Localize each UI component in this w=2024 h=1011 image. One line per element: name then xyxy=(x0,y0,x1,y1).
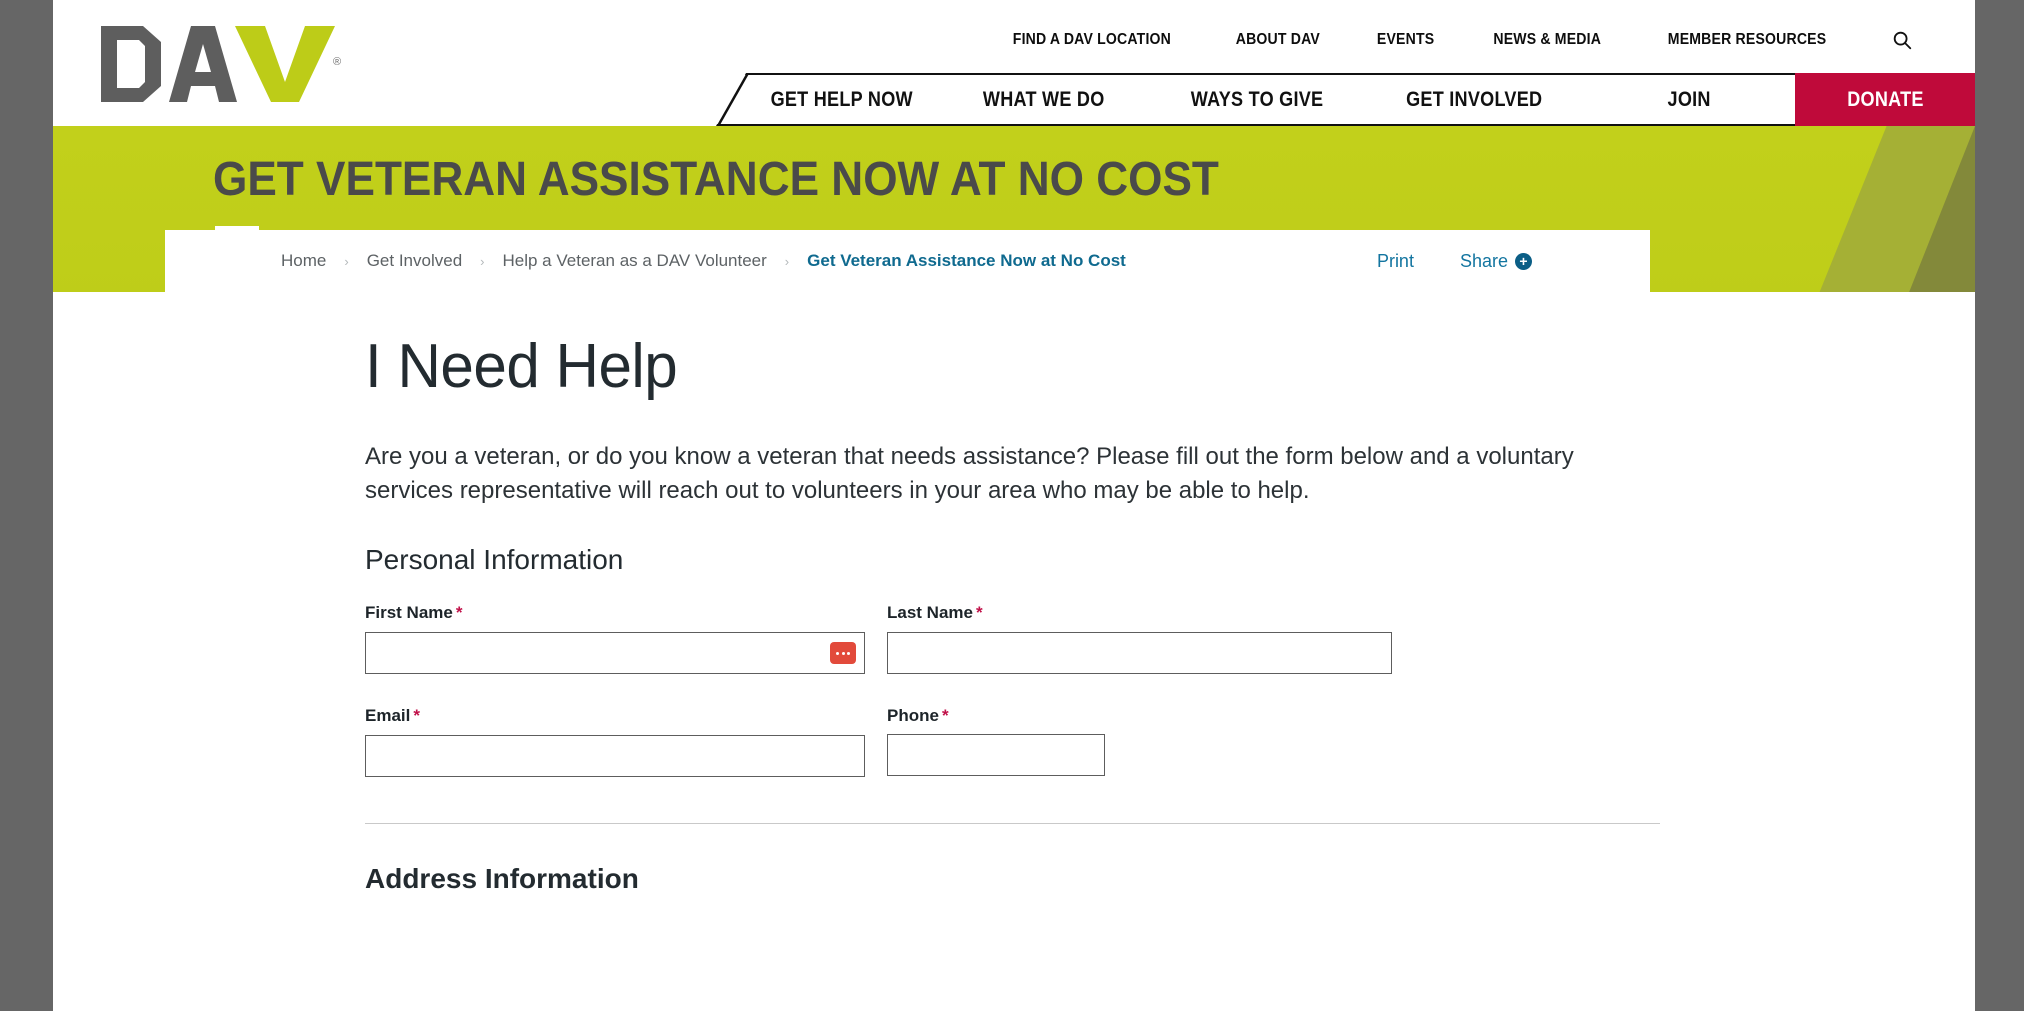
utility-nav-item-news-media[interactable]: NEWS & MEDIA xyxy=(1494,31,1602,49)
breadcrumb-item-get-involved[interactable]: Get Involved xyxy=(367,251,462,271)
plus-circle-icon: + xyxy=(1515,252,1532,270)
breadcrumb: Home › Get Involved › Help a Veteran as … xyxy=(281,251,1126,271)
first-name-label: First Name * xyxy=(365,603,865,623)
required-marker: * xyxy=(413,706,420,726)
phone-label: Phone * xyxy=(887,706,1392,726)
main-nav-item-get-help-now[interactable]: GET HELP NOW xyxy=(771,88,913,112)
share-link[interactable]: Share + xyxy=(1460,251,1532,272)
breadcrumb-item-home[interactable]: Home xyxy=(281,251,326,271)
main-nav-item-get-involved[interactable]: GET INVOLVED xyxy=(1406,88,1542,112)
donate-button[interactable]: DONATE xyxy=(1795,73,1975,126)
utility-nav: FIND A DAV LOCATION ABOUT DAV EVENTS NEW… xyxy=(1002,27,1915,53)
last-name-label: Last Name * xyxy=(887,603,1392,623)
email-label: Email * xyxy=(365,706,865,726)
help-request-form: First Name * Last Name * Email * Phone *… xyxy=(365,603,1660,895)
email-label-text: Email xyxy=(365,706,411,726)
main-nav-item-ways-to-give[interactable]: WAYS TO GIVE xyxy=(1191,88,1324,112)
search-button[interactable] xyxy=(1889,27,1915,53)
print-link-label: Print xyxy=(1376,250,1414,271)
print-link[interactable]: Print xyxy=(1377,251,1414,272)
breadcrumb-separator-icon: › xyxy=(344,253,349,269)
registered-mark: ® xyxy=(333,56,342,68)
donate-button-label: DONATE xyxy=(1846,87,1924,111)
main-nav: GET HELP NOW WHAT WE DO WAYS TO GIVE GET… xyxy=(716,73,1975,126)
first-name-label-text: First Name xyxy=(365,603,453,623)
section-divider xyxy=(365,823,1660,825)
main-nav-item-join[interactable]: JOIN xyxy=(1667,88,1710,112)
field-phone: Phone * xyxy=(887,706,1392,777)
phone-label-text: Phone xyxy=(887,706,939,726)
field-first-name: First Name * xyxy=(365,603,865,675)
form-row-spacer xyxy=(365,674,1660,706)
required-marker: * xyxy=(455,603,463,623)
form-row-contact: Email * Phone * xyxy=(365,706,1660,778)
page-tools: Print Share + xyxy=(1377,251,1532,272)
breadcrumb-item-current: Get Veteran Assistance Now at No Cost xyxy=(807,251,1126,270)
required-marker: * xyxy=(975,603,983,623)
page-title: I Need Help xyxy=(365,332,678,401)
breadcrumb-item-help-a-veteran[interactable]: Help a Veteran as a DAV Volunteer xyxy=(503,251,767,271)
breadcrumb-bar: Home › Get Involved › Help a Veteran as … xyxy=(165,230,1650,292)
site-header: ® FIND A DAV LOCATION ABOUT DAV EVENTS N… xyxy=(53,0,1975,126)
dav-logo[interactable]: ® xyxy=(99,26,342,102)
section-title-address-information: Address Information xyxy=(365,863,639,895)
utility-nav-item-member-resources[interactable]: MEMBER RESOURCES xyxy=(1668,31,1826,49)
field-last-name: Last Name * xyxy=(887,603,1392,675)
dav-logo-icon xyxy=(101,26,335,102)
page-canvas: ® FIND A DAV LOCATION ABOUT DAV EVENTS N… xyxy=(53,0,1975,1011)
section-title-personal-information: Personal Information xyxy=(365,544,624,576)
autofill-dots-icon[interactable] xyxy=(830,642,856,665)
search-icon xyxy=(1893,31,1912,50)
share-link-label: Share xyxy=(1459,250,1508,271)
last-name-input[interactable] xyxy=(887,632,1392,675)
utility-nav-item-find-a-dav-location[interactable]: FIND A DAV LOCATION xyxy=(1013,31,1171,49)
intro-paragraph: Are you a veteran, or do you know a vete… xyxy=(365,443,1574,505)
last-name-label-text: Last Name xyxy=(887,603,973,623)
main-content: I Need Help Are you a veteran, or do you… xyxy=(53,292,1975,896)
required-marker: * xyxy=(941,706,949,726)
breadcrumb-separator-icon: › xyxy=(480,253,485,269)
browser-viewport: ® FIND A DAV LOCATION ABOUT DAV EVENTS N… xyxy=(0,0,2024,1011)
phone-input[interactable] xyxy=(887,734,1105,777)
first-name-input[interactable] xyxy=(365,632,865,675)
utility-nav-item-events[interactable]: EVENTS xyxy=(1377,31,1434,49)
email-input[interactable] xyxy=(365,735,865,778)
field-email: Email * xyxy=(365,706,865,778)
hero-title: GET VETERAN ASSISTANCE NOW AT NO COST xyxy=(213,153,1219,206)
form-row-name: First Name * Last Name * xyxy=(365,603,1660,675)
breadcrumb-separator-icon: › xyxy=(784,253,790,269)
main-nav-item-what-we-do[interactable]: WHAT WE DO xyxy=(983,88,1105,112)
utility-nav-item-about-dav[interactable]: ABOUT DAV xyxy=(1235,31,1319,49)
